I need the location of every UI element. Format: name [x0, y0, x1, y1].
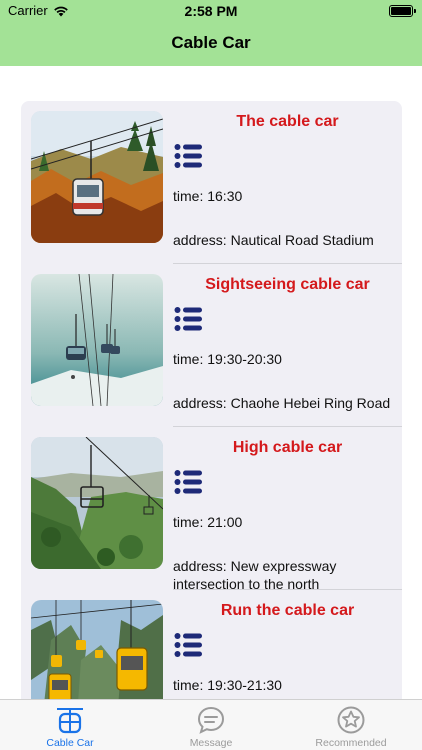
battery-icon — [389, 5, 416, 17]
message-icon — [197, 706, 225, 734]
item-time: time: 19:30-20:30 — [173, 351, 282, 367]
tab-bar: Cable Car Message Recommended — [0, 699, 422, 750]
item-address: address: New expressway intersection to … — [173, 558, 337, 592]
status-time: 2:58 PM — [184, 3, 238, 19]
navigation-header: Carrier 2:58 PM Cable Car — [0, 0, 422, 66]
item-title: Run the cable car — [220, 602, 355, 619]
list-item[interactable]: High cable car time: 21:00 address: New … — [21, 427, 402, 592]
tab-label: Cable Car — [46, 737, 94, 749]
item-time: time: 19:30-21:30 — [173, 677, 282, 693]
cable-car-photo — [31, 437, 163, 569]
tab-message[interactable]: Message — [141, 700, 281, 750]
list-icon[interactable] — [174, 144, 202, 168]
item-title: High cable car — [232, 439, 343, 456]
tab-cable-car[interactable]: Cable Car — [0, 700, 140, 750]
list-item[interactable]: Sightseeing cable car time: 19:30-20:30 … — [21, 264, 402, 427]
cable-car-photo — [31, 111, 163, 243]
tab-label: Message — [189, 737, 233, 749]
status-bar: Carrier 2:58 PM — [0, 0, 422, 24]
recommended-icon — [337, 706, 365, 734]
item-address: address: Chaohe Hebei Ring Road — [173, 395, 391, 411]
tab-label: Recommended — [315, 737, 387, 749]
list-icon[interactable] — [174, 633, 202, 657]
item-time: time: 21:00 — [173, 514, 243, 530]
cable-car-photo — [31, 274, 163, 406]
item-time: time: 16:30 — [173, 188, 243, 204]
list-icon[interactable] — [174, 470, 202, 494]
list-item[interactable]: The cable car time: 16:30 address: Nauti… — [21, 101, 402, 264]
item-address: address: Nautical Road Stadium — [173, 232, 374, 248]
cable-car-icon — [57, 708, 83, 734]
page-title: Cable Car — [171, 33, 251, 52]
list-icon[interactable] — [174, 307, 202, 331]
screen: Carrier 2:58 PM Cable Car The cable car … — [0, 0, 422, 750]
tab-recommended[interactable]: Recommended — [281, 700, 421, 750]
cable-car-list: The cable car time: 16:30 address: Nauti… — [21, 101, 402, 721]
item-title: The cable car — [236, 113, 339, 130]
item-title: Sightseeing cable car — [205, 276, 370, 293]
